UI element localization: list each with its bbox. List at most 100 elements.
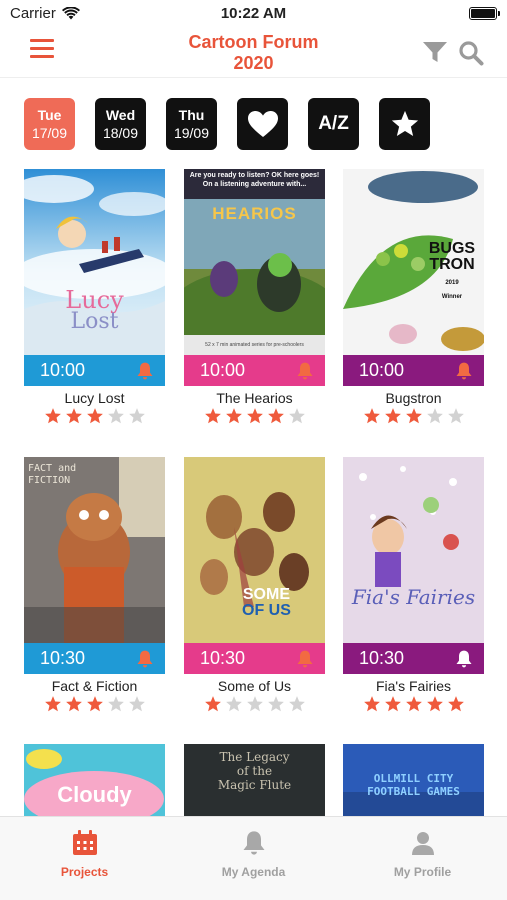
- time-label: 10:30: [359, 648, 405, 668]
- star-filled-icon: [405, 696, 422, 712]
- star-filled-icon: [246, 408, 263, 424]
- star-empty-icon: [128, 696, 145, 712]
- rating-stars: [343, 407, 484, 425]
- poster-caption-line: OF US: [242, 602, 291, 619]
- poster-caption: SOME OF US: [242, 587, 291, 619]
- poster-caption-line: OLLMILL CITY: [373, 772, 454, 785]
- day-chip-dow: Thu: [178, 107, 205, 123]
- poster-caption-line: On a listening adventure with...: [202, 181, 307, 188]
- tab-label: My Profile: [393, 865, 452, 879]
- project-title: Fact & Fiction: [51, 678, 138, 694]
- reminder-bell-button[interactable]: [295, 361, 315, 381]
- project-poster[interactable]: Cloudy: [24, 744, 165, 816]
- star-filled-icon: [384, 696, 401, 712]
- star-empty-icon: [288, 408, 305, 424]
- time-label: 10:00: [200, 360, 246, 380]
- star-filled-icon: [204, 408, 221, 424]
- tab-bar: Projects My Agenda My Profile: [0, 816, 507, 900]
- project-card-fact-fiction[interactable]: FACT and FICTION 10:30 Fact & Fiction: [24, 457, 165, 713]
- star-filled-icon: [204, 696, 221, 712]
- search-button[interactable]: [458, 40, 484, 66]
- starred-filter-button[interactable]: [379, 98, 430, 150]
- filter-button[interactable]: [422, 40, 448, 64]
- heart-icon: [247, 111, 278, 137]
- rating-stars: [24, 695, 165, 713]
- rating-stars: [184, 407, 325, 425]
- nav-bar: Cartoon Forum 2020: [0, 26, 507, 78]
- project-title: The Hearios: [216, 390, 293, 406]
- star-filled-icon: [267, 408, 284, 424]
- calendar-icon: [72, 830, 97, 855]
- star-filled-icon: [65, 696, 82, 712]
- time-bar: 10:30: [343, 643, 484, 674]
- star-filled-icon: [44, 696, 61, 712]
- project-title: Some of Us: [217, 678, 292, 694]
- poster-caption-line: Lost: [70, 309, 119, 334]
- poster-caption-line: BUGS: [428, 240, 476, 257]
- poster-caption: Lucy Lost: [24, 286, 165, 334]
- tab-projects[interactable]: Projects: [0, 829, 169, 879]
- poster-caption-line: Cloudy: [57, 782, 132, 807]
- poster-caption-line: Fia's Fairies: [351, 585, 476, 609]
- poster-caption-line: Lucy: [65, 286, 124, 314]
- star-empty-icon: [267, 696, 284, 712]
- day-chip-dow: Tue: [37, 107, 62, 123]
- sort-az-button[interactable]: A/Z: [308, 98, 359, 150]
- poster-caption-line: The Legacy: [219, 750, 290, 764]
- project-card-fias-fairies[interactable]: Fia's Fairies 10:30 Fia's Fairies: [343, 457, 484, 713]
- star-filled-icon: [405, 408, 422, 424]
- poster-caption: BUGS TRON 2019 Winner: [421, 241, 483, 301]
- bell-icon: [456, 650, 472, 667]
- project-poster[interactable]: Fia's Fairies: [343, 457, 484, 643]
- project-poster[interactable]: The Legacy of the Magic Flute: [184, 744, 325, 816]
- reminder-bell-button[interactable]: [454, 649, 474, 669]
- project-card-the-hearios[interactable]: Are you ready to listen? OK here goes! O…: [184, 169, 325, 425]
- poster-caption: The Legacy of the Magic Flute: [184, 750, 325, 792]
- project-poster[interactable]: SOME OF US: [184, 457, 325, 643]
- rating-stars: [24, 407, 165, 425]
- day-filter-bar: Tue 17/09 Wed 18/09 Thu 19/09 A/Z: [0, 98, 507, 152]
- poster-caption-line: FICTION: [28, 475, 71, 486]
- day-chip-thu[interactable]: Thu 19/09: [166, 98, 217, 150]
- time-label: 10:30: [200, 648, 246, 668]
- star-filled-icon: [363, 408, 380, 424]
- project-card-bugstron[interactable]: BUGS TRON 2019 Winner 10:00 Bugstron: [343, 169, 484, 425]
- star-empty-icon: [107, 696, 124, 712]
- bell-icon: [137, 362, 153, 379]
- project-card-ollmill-city[interactable]: OLLMILL CITY FOOTBALL GAMES: [343, 744, 484, 816]
- rating-stars: [343, 695, 484, 713]
- project-poster[interactable]: Are you ready to listen? OK here goes! O…: [184, 169, 325, 355]
- time-bar: 10:00: [24, 355, 165, 386]
- project-card-legacy-magic-flute[interactable]: The Legacy of the Magic Flute: [184, 744, 325, 816]
- project-card-some-of-us[interactable]: SOME OF US 10:30 Some of Us: [184, 457, 325, 713]
- project-poster[interactable]: FACT and FICTION: [24, 457, 165, 643]
- battery-icon: [469, 7, 500, 20]
- project-card-lucy-lost[interactable]: Lucy Lost 10:00 Lucy Lost: [24, 169, 165, 425]
- reminder-bell-button[interactable]: [135, 649, 155, 669]
- reminder-bell-button[interactable]: [454, 361, 474, 381]
- project-poster[interactable]: BUGS TRON 2019 Winner: [343, 169, 484, 355]
- day-chip-date: 18/09: [102, 125, 139, 141]
- tab-label: My Agenda: [221, 865, 286, 879]
- status-time: 10:22 AM: [220, 5, 287, 22]
- sort-az-label: A/Z: [318, 113, 349, 134]
- reminder-bell-button[interactable]: [295, 649, 315, 669]
- bell-icon: [243, 831, 264, 855]
- project-poster[interactable]: Lucy Lost: [24, 169, 165, 355]
- star-filled-icon: [363, 696, 380, 712]
- poster-caption-line: of the: [236, 764, 273, 778]
- star-empty-icon: [447, 408, 464, 424]
- project-title: Bugstron: [385, 390, 442, 406]
- project-card-cloudy[interactable]: Cloudy: [24, 744, 165, 816]
- star-filled-icon: [86, 408, 103, 424]
- time-bar: 10:00: [184, 355, 325, 386]
- reminder-bell-button[interactable]: [135, 361, 155, 381]
- day-chip-tue[interactable]: Tue 17/09: [24, 98, 75, 150]
- day-chip-wed[interactable]: Wed 18/09: [95, 98, 146, 150]
- poster-caption-line: Winner: [441, 294, 463, 300]
- star-filled-icon: [447, 696, 464, 712]
- tab-my-profile[interactable]: My Profile: [338, 829, 507, 879]
- favorites-filter-button[interactable]: [237, 98, 288, 150]
- project-poster[interactable]: OLLMILL CITY FOOTBALL GAMES: [343, 744, 484, 816]
- tab-my-agenda[interactable]: My Agenda: [169, 829, 338, 879]
